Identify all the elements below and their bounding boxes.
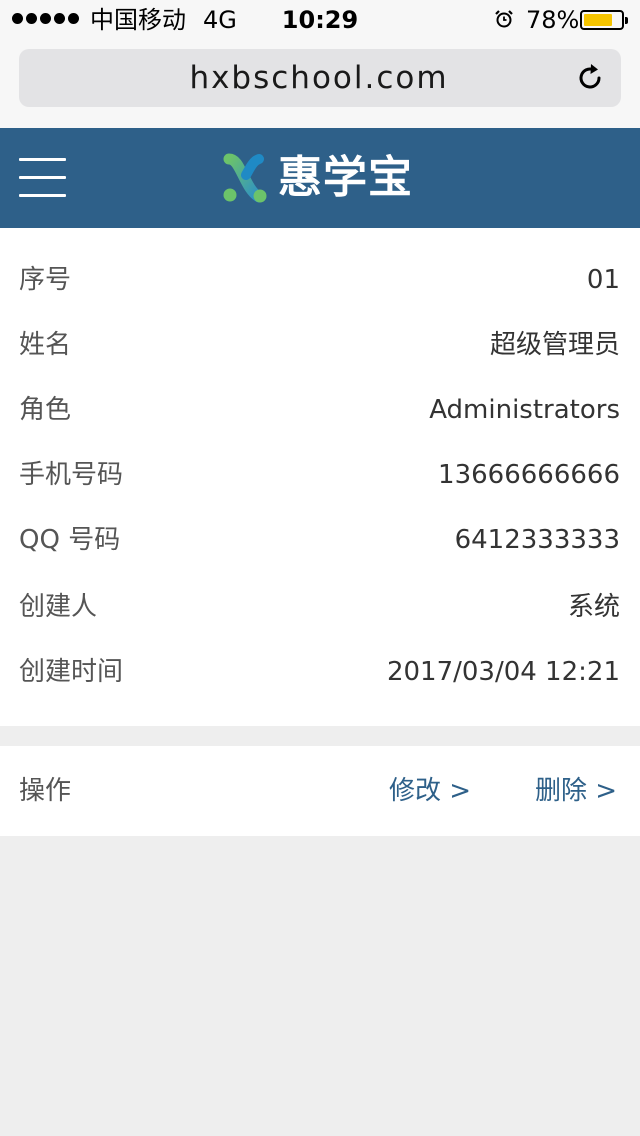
detail-value: 6412333333 — [454, 525, 620, 555]
detail-label: 序号 — [19, 265, 72, 295]
alarm-icon — [495, 10, 513, 28]
detail-row-created-time: 创建时间 2017/03/04 12:21 — [0, 652, 640, 692]
browser-toolbar: hxbschool.com — [0, 40, 640, 128]
detail-label: 手机号码 — [19, 460, 124, 490]
url-text[interactable]: hxbschool.com — [19, 62, 559, 94]
reload-icon[interactable] — [573, 61, 607, 95]
action-label: 操作 — [19, 776, 72, 806]
detail-row-role: 角色 Administrators — [0, 390, 640, 430]
detail-value: 超级管理员 — [489, 330, 620, 360]
detail-value: Administrators — [429, 395, 620, 425]
battery-percent: 78% — [526, 6, 580, 34]
brand-name: 惠学宝 — [278, 152, 413, 203]
delete-link[interactable]: 删除 > — [535, 775, 617, 807]
detail-value: 2017/03/04 12:21 — [386, 657, 620, 687]
detail-label: QQ 号码 — [19, 525, 121, 555]
address-bar[interactable]: hxbschool.com — [19, 49, 621, 107]
logo-x-icon — [223, 153, 267, 203]
app-header: 惠学宝 — [0, 128, 640, 228]
status-bar: 中国移动 4G 10:29 78% — [0, 0, 640, 40]
detail-value: 01 — [586, 265, 620, 295]
detail-row-name: 姓名 超级管理员 — [0, 325, 640, 365]
detail-row-qq: QQ 号码 6412333333 — [0, 520, 640, 560]
detail-value: 系统 — [567, 592, 620, 622]
action-row: 操作 修改 > 删除 > — [0, 746, 640, 836]
menu-icon[interactable] — [19, 158, 67, 198]
edit-link[interactable]: 修改 > — [389, 775, 471, 807]
detail-row-id: 序号 01 — [0, 260, 640, 300]
detail-label: 姓名 — [19, 330, 72, 360]
battery-icon — [580, 10, 628, 30]
detail-value: 13666666666 — [438, 460, 620, 490]
detail-row-phone: 手机号码 13666666666 — [0, 455, 640, 495]
brand-logo: 惠学宝 — [220, 152, 413, 204]
user-detail-card: 序号 01 姓名 超级管理员 角色 Administrators 手机号码 13… — [0, 228, 640, 726]
detail-label: 创建人 — [19, 592, 98, 622]
detail-row-creator: 创建人 系统 — [0, 587, 640, 627]
detail-label: 角色 — [19, 395, 72, 425]
detail-label: 创建时间 — [19, 657, 124, 687]
